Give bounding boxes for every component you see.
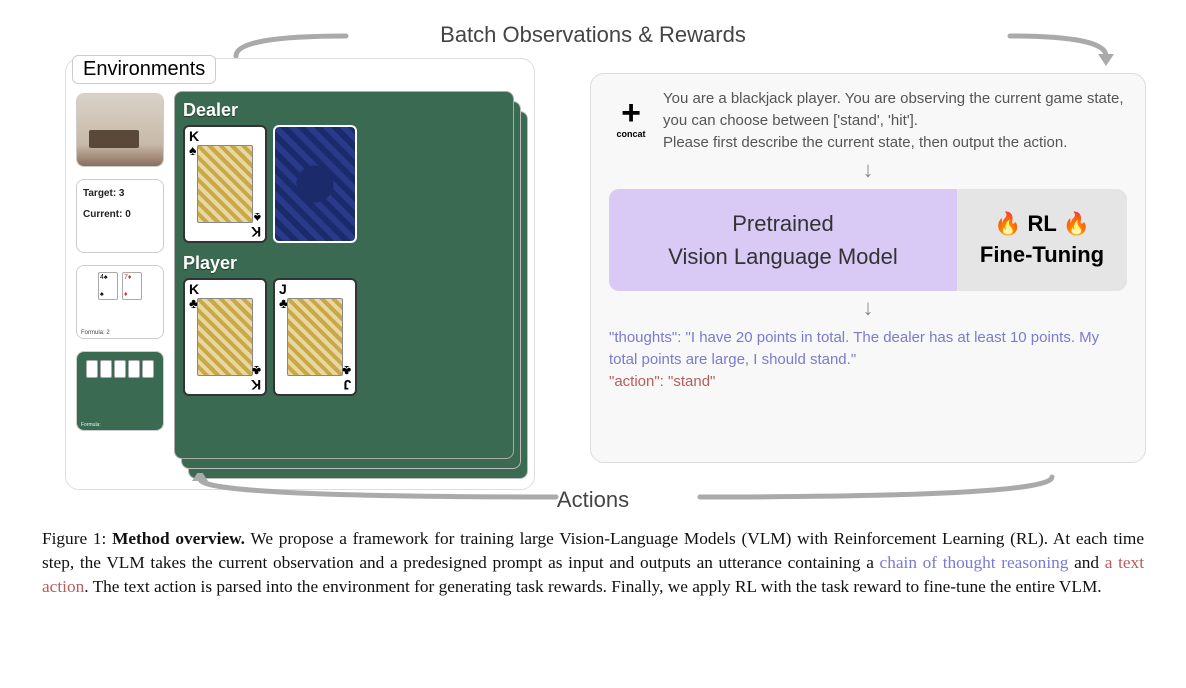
arrow-env-to-obs: [230, 28, 350, 58]
figure-caption: Figure 1: Method overview. We propose a …: [40, 527, 1146, 599]
player-label: Player: [183, 253, 505, 274]
target-value: Target: 3: [83, 188, 157, 199]
model-panel: + concat You are a blackjack player. You…: [590, 73, 1146, 463]
vlm-box: Pretrained Vision Language Model: [609, 189, 957, 291]
arrow-actions-to-env: [190, 473, 560, 509]
blackjack-board: Dealer K♠ K♠ Player K♣: [174, 91, 514, 459]
thumb-room-scene: [76, 93, 164, 167]
prompt-row: + concat You are a blackjack player. You…: [609, 88, 1127, 153]
action-output: "action": "stand": [609, 373, 715, 390]
thoughts-output: "thoughts": "I have 20 points in total. …: [609, 329, 1099, 368]
down-arrow-icon: ↓: [609, 295, 1127, 321]
top-flow-label: Batch Observations & Rewards: [440, 22, 746, 48]
down-arrow-icon: ↓: [609, 157, 1127, 183]
concat-label: concat: [616, 129, 645, 139]
caption-title: Method overview.: [112, 529, 245, 548]
prompt-text: You are a blackjack player. You are obse…: [663, 88, 1127, 153]
caption-cot-highlight: chain of thought reasoning: [880, 553, 1069, 572]
dealer-label: Dealer: [183, 100, 505, 121]
dealer-card-king-spades: K♠ K♠: [183, 125, 267, 243]
thumb-target-counter: Target: 3 Current: 0: [76, 179, 164, 253]
arrow-obs-to-model: [1006, 28, 1126, 68]
model-output-text: "thoughts": "I have 20 points in total. …: [609, 327, 1127, 392]
player-card-jack-clubs: J♣ J♣: [273, 278, 357, 396]
environments-panel: Environments Target: 3 Current: 0 4♠♠: [65, 58, 535, 490]
dealer-card-facedown: [273, 125, 357, 243]
formula-label: Formula: 2: [81, 330, 110, 336]
arrow-model-to-actions: [696, 473, 1056, 509]
bottom-flow-label: Actions: [557, 487, 629, 513]
method-overview-diagram: Batch Observations & Rewards Environment…: [40, 18, 1146, 513]
rl-finetuning-box: 🔥 RL 🔥 Fine-Tuning: [957, 189, 1127, 291]
blackjack-observation-stack: Dealer K♠ K♠ Player K♣: [174, 87, 524, 479]
dealer-cards: K♠ K♠: [183, 125, 505, 243]
current-value: Current: 0: [83, 209, 157, 220]
thumb-green-card-game: Formula:: [76, 351, 164, 431]
concat-icon: + concat: [609, 102, 653, 139]
thumb-card-game: 4♠♠ 7♦♦ Formula: 2: [76, 265, 164, 339]
environments-label: Environments: [72, 55, 216, 84]
player-cards: K♣ K♣ J♣ J♣: [183, 278, 505, 396]
plus-icon: +: [621, 102, 641, 126]
model-block-row: Pretrained Vision Language Model 🔥 RL 🔥 …: [609, 189, 1127, 291]
green-formula-label: Formula:: [81, 422, 101, 428]
figure-number: Figure 1:: [42, 529, 106, 548]
player-card-king-clubs: K♣ K♣: [183, 278, 267, 396]
environment-thumbnail-column: Target: 3 Current: 0 4♠♠ 7♦♦ Formula: 2: [76, 93, 164, 431]
